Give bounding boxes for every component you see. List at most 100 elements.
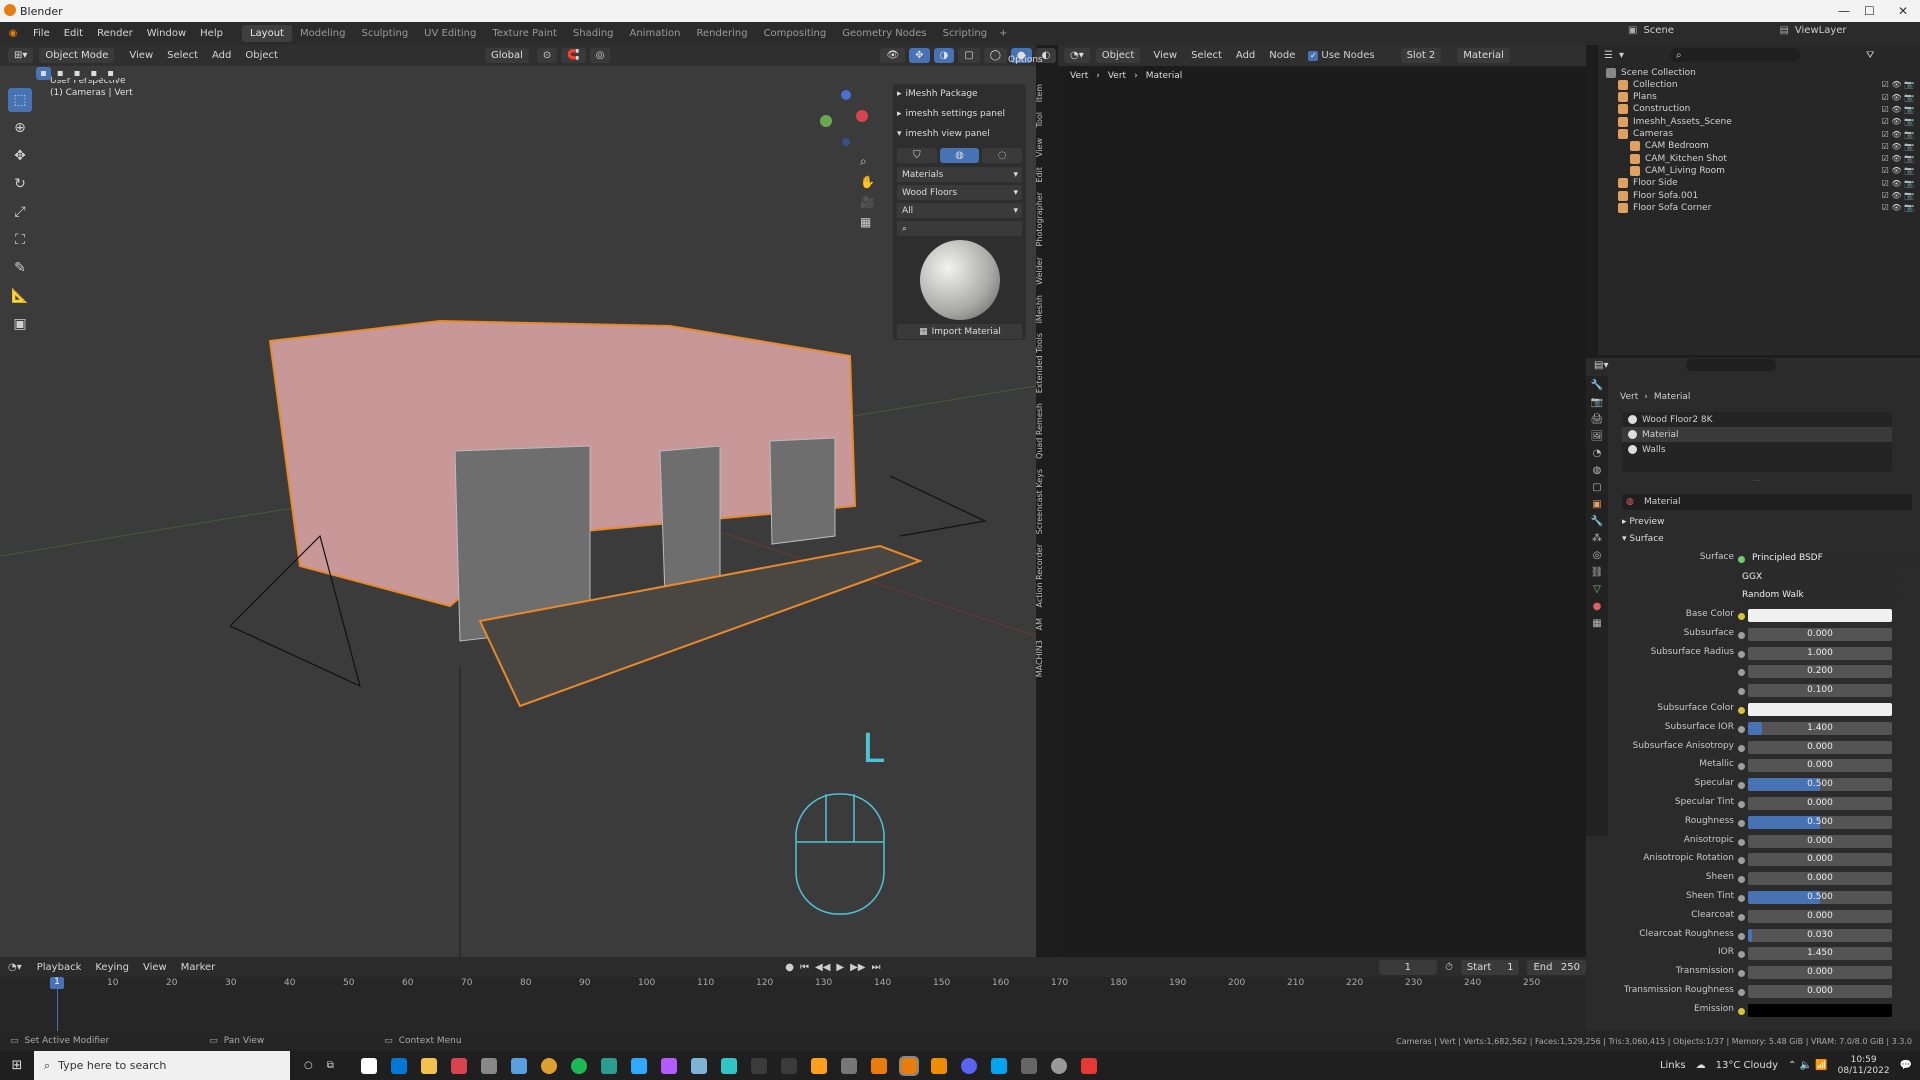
asset-search-input[interactable]: ⌕ — [897, 221, 1022, 236]
socket-icon[interactable] — [1738, 650, 1745, 658]
outliner-search-input[interactable]: ⌕ — [1670, 48, 1800, 62]
socket-icon[interactable] — [1738, 801, 1745, 808]
node-menu-node[interactable]: Node — [1262, 50, 1302, 61]
subcategory-dropdown[interactable]: Wood Floors ▾ — [897, 185, 1022, 200]
socket-icon[interactable] — [1738, 913, 1745, 921]
store-app-icon[interactable] — [390, 1057, 407, 1074]
notifications-icon[interactable]: 💬 — [1900, 1060, 1912, 1071]
app-icon[interactable] — [480, 1057, 497, 1074]
socket-icon[interactable] — [1738, 876, 1745, 884]
gizmo-icon[interactable]: ✥ — [909, 48, 930, 63]
tray-icons[interactable]: ⌃ 🔈 📶 — [1788, 1060, 1828, 1071]
surface-section[interactable]: ▾ Surface — [1622, 534, 1664, 544]
current-frame-field[interactable]: 1 — [1378, 959, 1438, 975]
pivot-icon[interactable]: ⊙ — [536, 48, 558, 63]
param-field[interactable]: 0.500 — [1748, 891, 1892, 904]
sidebar-tab-tool[interactable]: Tool — [1035, 112, 1044, 128]
material-slot[interactable]: Material — [1622, 427, 1892, 442]
editor-type-button[interactable]: ◔▾ — [1064, 48, 1090, 63]
photoshop-app-icon[interactable] — [630, 1057, 647, 1074]
modifier-tab-icon[interactable]: 🔧 — [1591, 516, 1603, 527]
minimize-icon[interactable]: — — [1838, 4, 1850, 18]
zoom-icon[interactable]: ⌕ — [860, 154, 875, 169]
viewport-menu-object[interactable]: Object — [238, 50, 285, 61]
tab-texture-paint[interactable]: Texture Paint — [484, 25, 565, 42]
visibility-toggles[interactable]: ☑ 👁 📷 — [1882, 191, 1914, 200]
subsurface-method-dropdown[interactable]: Random Walk — [1738, 589, 1898, 602]
discord-app-icon[interactable] — [960, 1057, 977, 1074]
param-field[interactable]: 0.500 — [1748, 815, 1892, 829]
param-field[interactable] — [1748, 703, 1892, 716]
material-name-field[interactable]: ◍ Material — [1622, 494, 1912, 510]
socket-icon[interactable] — [1738, 613, 1745, 620]
param-field[interactable]: 0.030 — [1748, 928, 1892, 942]
socket-icon[interactable] — [1738, 688, 1745, 696]
import-material-button[interactable]: ▦ Import Material — [897, 324, 1022, 339]
add-workspace-icon[interactable]: + — [999, 28, 1007, 39]
socket-icon[interactable] — [1738, 631, 1745, 639]
param-field[interactable]: 0.200 — [1748, 665, 1892, 679]
visibility-toggles[interactable]: ☑ 👁 📷 — [1882, 130, 1914, 139]
filter-icon[interactable]: ⛛ — [1866, 50, 1874, 61]
app-icon[interactable] — [720, 1057, 737, 1074]
param-field[interactable]: 0.000 — [1748, 966, 1892, 980]
visibility-toggles[interactable]: ☑ 👁 📷 — [1882, 142, 1914, 151]
viewport-menu-add[interactable]: Add — [205, 50, 238, 61]
param-field[interactable]: 0.000 — [1748, 759, 1892, 773]
models-tab-icon[interactable]: ⛉ — [897, 148, 937, 163]
properties-type-icon[interactable]: ▤▾ — [1594, 360, 1608, 371]
panel-2[interactable]: ▸ imeshh settings panel — [893, 104, 1026, 124]
sidebar-tab-quad-remesh[interactable]: Quad Remesh — [1035, 403, 1044, 459]
viewport-menu-view[interactable]: View — [122, 50, 160, 61]
panel-1[interactable]: ▸ iMeshh Package — [893, 84, 1026, 104]
xray-icon[interactable]: ▢ — [958, 48, 980, 63]
select-extend-icon[interactable]: ▪ — [52, 67, 68, 80]
panel-3[interactable]: ▾ imeshh view panel — [893, 124, 1026, 144]
timeline-menu-keying[interactable]: Keying — [88, 962, 136, 973]
socket-icon[interactable] — [1738, 989, 1745, 996]
shading-wire-icon[interactable]: ◯ — [983, 48, 1007, 63]
socket-icon[interactable] — [1738, 782, 1745, 790]
menu-help[interactable]: Help — [193, 28, 230, 39]
tab-compositing[interactable]: Compositing — [756, 25, 835, 42]
visibility-toggles[interactable]: ☑ 👁 📷 — [1882, 93, 1914, 102]
material-dropdown[interactable]: Material — [1457, 48, 1510, 63]
output-tab-icon[interactable]: 🖨 — [1591, 414, 1604, 425]
scene-name[interactable]: Scene — [1643, 25, 1733, 36]
surface-shader-field[interactable]: Principled BSDF — [1748, 552, 1918, 565]
jump-end-icon[interactable]: ⏭ — [872, 962, 881, 973]
outliner-row[interactable]: Floor Sofa Corner ☑ 👁 📷 — [1598, 200, 1920, 215]
chrome-app-icon[interactable] — [540, 1057, 557, 1074]
tab-uv-editing[interactable]: UV Editing — [416, 25, 484, 42]
app-icon[interactable] — [840, 1057, 857, 1074]
painter-app-icon[interactable] — [780, 1057, 797, 1074]
annotate-tool-icon[interactable]: ✎ — [8, 256, 32, 280]
socket-icon[interactable] — [1738, 1007, 1745, 1015]
socket-icon[interactable] — [1738, 744, 1745, 752]
timeline-type-icon[interactable]: ◔▾ — [8, 962, 22, 973]
visibility-toggles[interactable]: ☑ 👁 📷 — [1882, 154, 1914, 163]
vlc-app-icon[interactable] — [930, 1057, 947, 1074]
param-field[interactable] — [1748, 1003, 1892, 1017]
param-field[interactable]: 1.400 — [1748, 721, 1892, 735]
visibility-toggles[interactable]: ☑ 👁 📷 — [1882, 80, 1914, 89]
select-subtract-icon[interactable]: ▪ — [69, 67, 85, 80]
shader-editor[interactable]: ◔▾ Object View Select Add Node ✓ Use Nodes S… — [1058, 45, 1586, 957]
timeline-menu-playback[interactable]: Playback — [30, 962, 89, 973]
app-icon[interactable] — [810, 1057, 827, 1074]
timeline-track[interactable]: 1 10 20 30 40 50 60 70 80 90 100 110 120 130 140 150 16… — [0, 977, 1586, 1031]
app-icon[interactable] — [1050, 1057, 1067, 1074]
menu-window[interactable]: Window — [140, 28, 193, 39]
sidebar-tab-item[interactable]: Item — [1035, 84, 1044, 102]
param-field[interactable]: 0.000 — [1748, 853, 1892, 867]
3d-viewport[interactable]: User Perspective (1) Cameras | Vert L Op… — [0, 55, 1043, 957]
tab-layout[interactable]: Layout — [241, 25, 292, 42]
end-frame-field[interactable]: End 250 — [1527, 959, 1586, 975]
slot-dropdown[interactable]: Slot 2 — [1400, 48, 1442, 63]
playhead[interactable]: 1 — [50, 977, 64, 989]
render-tab-icon[interactable]: 📷 — [1591, 397, 1603, 408]
visibility-toggles[interactable]: ☑ 👁 📷 — [1882, 105, 1914, 114]
start-frame-field[interactable]: Start 1 — [1460, 959, 1520, 975]
sidebar-tab-welder[interactable]: Welder — [1035, 257, 1044, 285]
viewlayer-name[interactable]: ViewLayer — [1795, 25, 1847, 36]
